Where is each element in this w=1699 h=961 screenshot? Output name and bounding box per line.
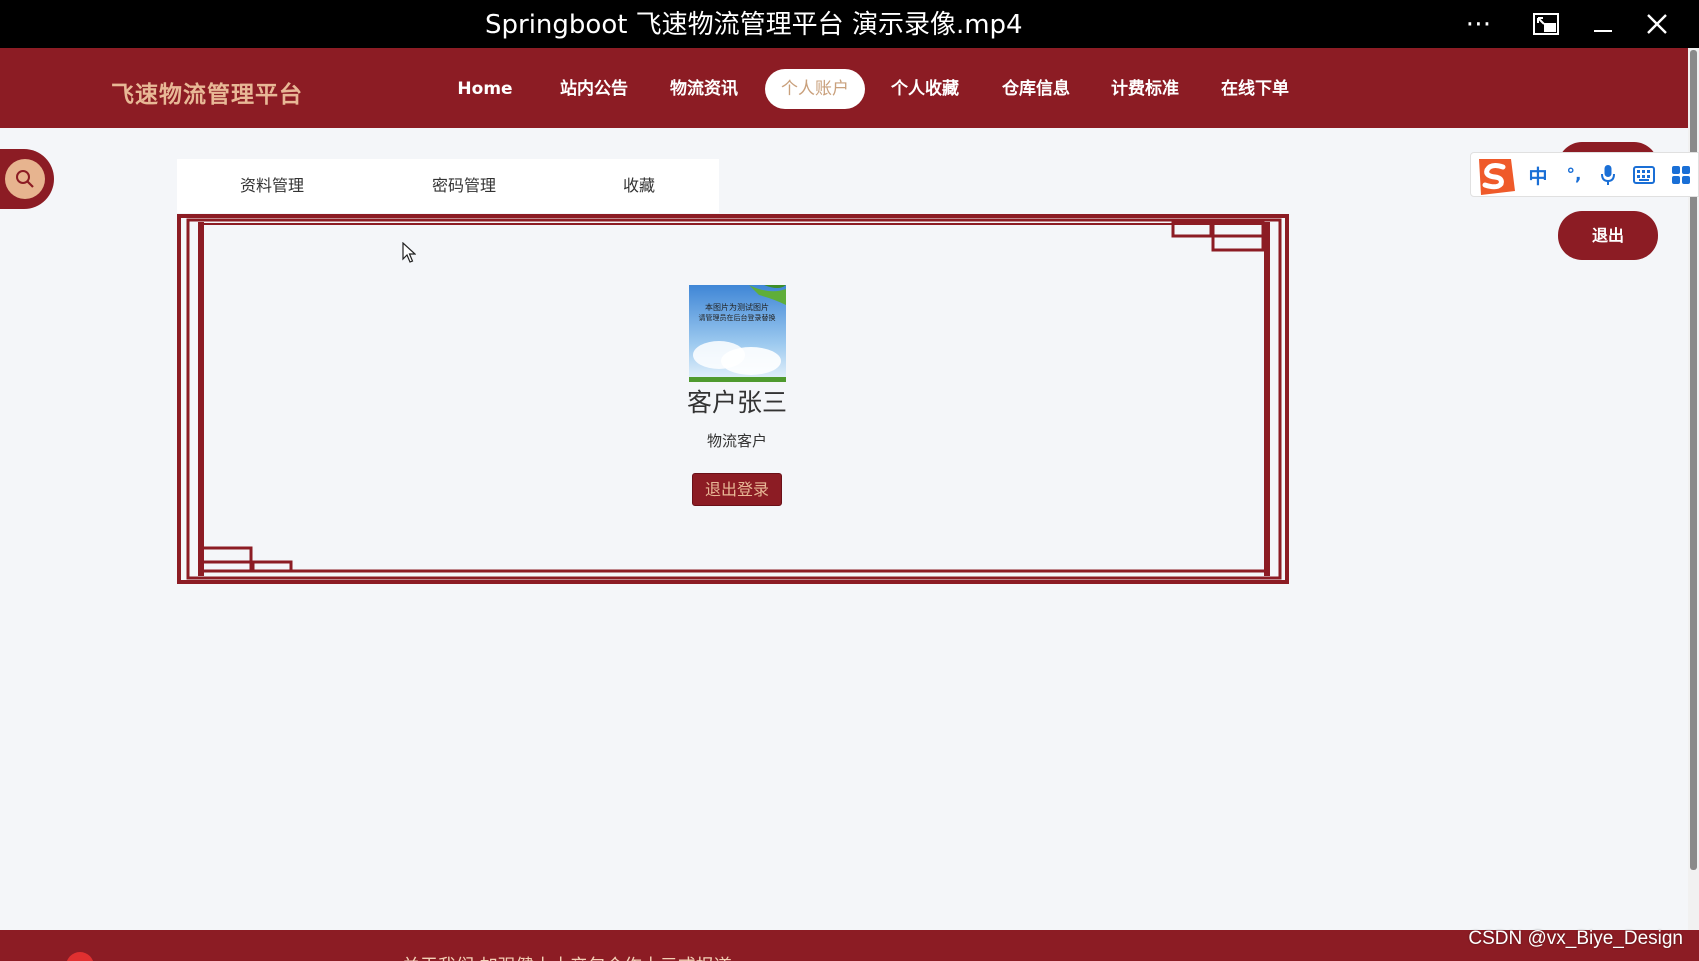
close-button[interactable] [1637,8,1677,40]
tab-favorites[interactable]: 收藏 [623,159,655,213]
logout-button[interactable]: 退出登录 [692,473,782,506]
more-icon: ⋯ [1465,9,1493,39]
nav-home[interactable]: Home [453,69,517,109]
csdn-watermark: CSDN @vx_Biye_Design [1468,928,1683,949]
close-icon [1647,14,1667,34]
minimize-icon [1594,30,1612,32]
ime-toolbar: 中 °, [1470,152,1699,197]
nav-announcements[interactable]: 站内公告 [556,69,632,109]
keyboard-icon[interactable] [1631,163,1657,187]
toolbox-grid-icon[interactable] [1668,163,1694,187]
site-title: 飞速物流管理平台 [111,82,303,108]
nav-personal-favorites[interactable]: 个人收藏 [887,69,963,109]
nav-online-order[interactable]: 在线下单 [1217,69,1293,109]
microphone-icon[interactable] [1595,163,1621,187]
user-avatar: 本图片为测试图片 请管理员在后台登录替换 [689,285,786,382]
user-name: 客户张三 [686,388,787,417]
site-navbar: 飞速物流管理平台 Home 站内公告 物流资讯 个人账户 个人收藏 仓库信息 计… [0,48,1688,128]
minimize-button[interactable] [1583,8,1623,40]
sogou-logo-icon[interactable] [1471,153,1517,198]
search-icon [16,170,34,188]
nav-logistics-news[interactable]: 物流资讯 [666,69,742,109]
ime-chinese-toggle[interactable]: 中 [1525,163,1551,188]
nav-pricing-standard[interactable]: 计费标准 [1107,69,1183,109]
more-options-button[interactable]: ⋯ [1459,8,1499,40]
ime-punctuation-toggle[interactable]: °, [1561,163,1587,187]
avatar-caption-line1: 本图片为测试图片 [705,302,769,312]
avatar-placeholder-image: 本图片为测试图片 请管理员在后台登录替换 [689,285,786,382]
mouse-cursor-icon [402,242,416,263]
footer-logo-icon [66,952,94,961]
site-footer: 关于我们 加强健士土产包合作十元或报道 [0,930,1699,961]
video-title: Springboot 飞速物流管理平台 演示录像.mp4 [485,10,1023,40]
footer-text: 关于我们 加强健士土产包合作十元或报道 [402,952,732,961]
video-player-title-bar: Springboot 飞速物流管理平台 演示录像.mp4 ⋯ [0,0,1699,48]
avatar-caption-line2: 请管理员在后台登录替换 [699,313,776,322]
user-role: 物流客户 [706,432,767,450]
nav-personal-account[interactable]: 个人账户 [765,69,865,109]
exit-button[interactable]: 退出 [1558,211,1658,260]
picture-in-picture-icon [1533,13,1559,35]
nav-warehouse-info[interactable]: 仓库信息 [998,69,1074,109]
picture-in-picture-button[interactable] [1526,8,1566,40]
account-tabs: 资料管理 密码管理 收藏 [177,159,719,213]
tab-password-management[interactable]: 密码管理 [432,159,496,213]
search-button-circle[interactable] [5,159,45,199]
side-search-button[interactable] [0,149,54,209]
tab-profile-management[interactable]: 资料管理 [240,159,304,213]
